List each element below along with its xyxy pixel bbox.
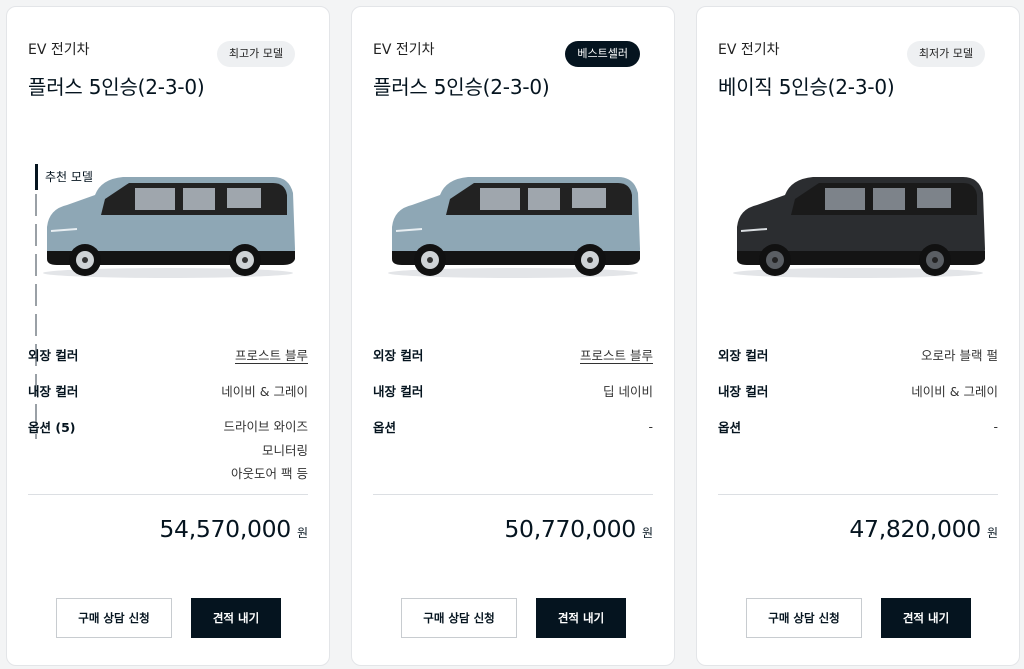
options-list: 드라이브 와이즈 모니터링 아웃도어 팩 등 <box>224 415 308 486</box>
car-image <box>733 177 985 278</box>
options-label: 옵션 <box>373 420 397 435</box>
option-item: 드라이브 와이즈 <box>223 419 308 434</box>
trim-name: 베이직 5인승(2-3-0) <box>718 75 895 99</box>
trim-badge: 최고가 모델 <box>216 41 295 67</box>
purchase-consult-button[interactable]: 구매 상담 신청 <box>401 598 517 638</box>
purchase-consult-button[interactable]: 구매 상담 신청 <box>746 598 862 638</box>
price-currency: 원 <box>986 526 998 540</box>
option-item: 모니터링 <box>261 442 308 458</box>
divider <box>718 494 998 495</box>
trim-card[interactable]: EV 전기차 플러스 5인승(2-3-0) 베스트셀러 외장 컬러 프로스트 블… <box>351 6 675 666</box>
trim-card[interactable]: EV 전기차 플러스 5인승(2-3-0) 최고가 모델 추천 모델 외장 컬러… <box>6 6 330 666</box>
trim-card[interactable]: EV 전기차 베이직 5인승(2-3-0) 최저가 모델 외장 컬러 오로라 블… <box>696 6 1020 666</box>
trim-category: EV 전기차 <box>28 42 90 58</box>
trim-badge: 최저가 모델 <box>906 41 985 67</box>
options-label: 옵션 (5) <box>28 420 76 435</box>
trim-category: EV 전기차 <box>718 42 780 58</box>
price-amount: 47,820,000 <box>849 515 981 543</box>
trim-name: 플러스 5인승(2-3-0) <box>28 75 205 99</box>
trim-category: EV 전기차 <box>373 42 435 58</box>
get-quote-button[interactable]: 견적 내기 <box>881 598 971 638</box>
price: 47,820,000 원 <box>849 515 998 543</box>
price-amount: 50,770,000 <box>504 515 636 543</box>
interior-color-label: 내장 컬러 <box>718 384 769 399</box>
interior-color-label: 내장 컬러 <box>28 384 79 399</box>
exterior-color-label: 외장 컬러 <box>373 348 424 363</box>
exterior-color-value[interactable]: 프로스트 블루 <box>580 345 653 364</box>
interior-color-value: 네이비 & 그레이 <box>221 384 308 399</box>
get-quote-button[interactable]: 견적 내기 <box>191 598 281 638</box>
interior-color-value: 네이비 & 그레이 <box>911 384 998 399</box>
price-amount: 54,570,000 <box>159 515 291 543</box>
price: 54,570,000 원 <box>159 515 308 543</box>
interior-color-value: 딥 네이비 <box>603 384 653 399</box>
exterior-color-value: 오로라 블랙 펄 <box>921 348 998 363</box>
purchase-consult-button[interactable]: 구매 상담 신청 <box>56 598 172 638</box>
trim-name: 플러스 5인승(2-3-0) <box>373 75 550 99</box>
price-currency: 원 <box>641 526 653 540</box>
divider <box>373 494 653 495</box>
interior-color-label: 내장 컬러 <box>373 384 424 399</box>
car-image <box>43 177 295 278</box>
price: 50,770,000 원 <box>504 515 653 543</box>
price-currency: 원 <box>296 526 308 540</box>
trim-badge: 베스트셀러 <box>565 41 640 67</box>
options-value: - <box>648 419 653 434</box>
options-label: 옵션 <box>718 420 742 435</box>
divider <box>28 494 308 495</box>
car-image <box>388 177 640 278</box>
exterior-color-value[interactable]: 프로스트 블루 <box>235 345 308 364</box>
exterior-color-label: 외장 컬러 <box>718 348 769 363</box>
option-item: 아웃도어 팩 등 <box>231 466 308 481</box>
get-quote-button[interactable]: 견적 내기 <box>536 598 626 638</box>
exterior-color-label: 외장 컬러 <box>28 348 79 363</box>
options-value: - <box>993 419 998 434</box>
